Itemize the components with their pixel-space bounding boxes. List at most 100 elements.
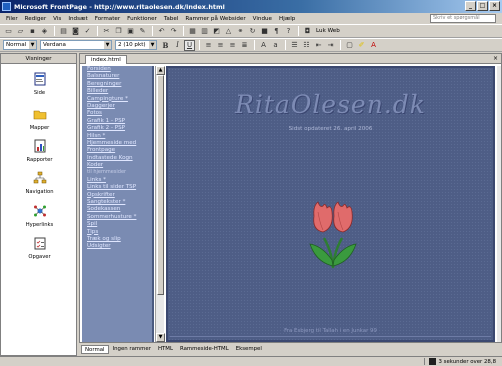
mode-no-frames-tab[interactable]: Ingen rammer — [110, 345, 154, 354]
nav-link[interactable]: Tips — [82, 229, 152, 236]
nav-link[interactable]: Sommerhusture * — [82, 214, 152, 221]
justify-icon[interactable]: ≣ — [239, 40, 250, 51]
new-page-icon[interactable]: ▭ — [3, 26, 14, 37]
insert-table-icon[interactable]: ▥ — [199, 26, 210, 37]
bold-button[interactable]: B — [160, 40, 171, 51]
maximize-button[interactable]: □ — [477, 1, 488, 11]
font-size-select[interactable]: 2 (10 pkt) ▼ — [115, 40, 157, 50]
highlight-icon[interactable]: ✐ — [356, 40, 367, 51]
menu-funktioner[interactable]: Funktioner — [127, 16, 157, 22]
mode-preview-tab[interactable]: Eksempel — [233, 345, 265, 354]
underline-button[interactable]: U — [184, 39, 195, 51]
nav-link[interactable]: Hjemmeside med — [82, 140, 152, 147]
numbered-list-icon[interactable]: ☰ — [289, 40, 300, 51]
menu-rediger[interactable]: Rediger — [25, 16, 46, 22]
hyperlink-icon[interactable]: ⚭ — [235, 26, 246, 37]
font-select[interactable]: Verdana ▼ — [40, 40, 112, 50]
menu-formater[interactable]: Formater — [95, 16, 120, 22]
help-search-input[interactable]: Skriv et spørgsmål — [430, 14, 496, 23]
paste-icon[interactable]: ▣ — [125, 26, 136, 37]
save-icon[interactable]: ▪ — [27, 26, 38, 37]
decrease-indent-icon[interactable]: ⇤ — [313, 40, 324, 51]
scroll-down-icon[interactable]: ▼ — [156, 333, 165, 342]
style-select[interactable]: Normal ▼ — [3, 40, 37, 50]
nav-link[interactable]: Links til sider TSP — [82, 184, 152, 191]
borders-icon[interactable]: ▢ — [344, 40, 355, 51]
nav-link[interactable]: Grafik 1 - PSP — [82, 118, 152, 125]
menu-vindue[interactable]: Vindue — [253, 16, 272, 22]
show-all-icon[interactable]: ¶ — [271, 26, 282, 37]
bullet-list-icon[interactable]: ☷ — [301, 40, 312, 51]
close-web-label[interactable]: Luk Web — [316, 28, 340, 34]
close-button[interactable]: × — [489, 1, 500, 11]
font-color-icon[interactable]: A — [368, 40, 379, 51]
menu-rammer[interactable]: Rammer på Websider — [185, 16, 245, 22]
nav-link[interactable]: Opskrifter — [82, 192, 152, 199]
open-icon[interactable]: ▱ — [15, 26, 26, 37]
scroll-thumb[interactable] — [157, 75, 164, 295]
insert-picture-icon[interactable]: ◩ — [211, 26, 222, 37]
menu-filer[interactable]: Filer — [6, 16, 18, 22]
insert-component-icon[interactable]: ▦ — [187, 26, 198, 37]
undo-icon[interactable]: ↶ — [156, 26, 167, 37]
nav-link[interactable]: Udsigter — [82, 243, 152, 250]
nav-link[interactable]: Grafik 2 - PSP — [82, 125, 152, 132]
nav-link[interactable]: Links * — [82, 177, 152, 184]
navigation-icon — [33, 171, 46, 184]
mode-html-tab[interactable]: HTML — [155, 345, 176, 354]
view-navigation[interactable]: Navigation — [1, 171, 78, 195]
nav-link[interactable]: Indtastede Kogn — [82, 155, 152, 162]
mode-normal-tab[interactable]: Normal — [81, 345, 109, 354]
print-icon[interactable]: ▤ — [58, 26, 69, 37]
nav-link[interactable]: Træk og slip — [82, 236, 152, 243]
increase-indent-icon[interactable]: ⇥ — [325, 40, 336, 51]
nav-link[interactable]: Beregninger — [82, 81, 152, 88]
menu-hjaelp[interactable]: Hjælp — [279, 16, 295, 22]
main-scrollbar[interactable] — [497, 66, 501, 342]
nav-link[interactable]: Billeder — [82, 88, 152, 95]
italic-button[interactable]: I — [172, 40, 183, 51]
align-left-icon[interactable]: ≡ — [203, 40, 214, 51]
nav-scrollbar[interactable]: ▲ ▼ — [155, 66, 165, 342]
nav-link[interactable]: Balsnaturer — [82, 73, 152, 80]
nav-link[interactable]: Koder — [82, 162, 152, 169]
view-hyperlinks[interactable]: Hyperlinks — [1, 204, 78, 228]
menu-vis[interactable]: Vis — [53, 16, 61, 22]
view-tasks[interactable]: Opgaver — [1, 236, 78, 260]
align-center-icon[interactable]: ≡ — [215, 40, 226, 51]
scroll-up-icon[interactable]: ▲ — [156, 66, 165, 75]
mode-frames-html-tab[interactable]: Rammeside-HTML — [177, 345, 232, 354]
refresh-icon[interactable]: ↻ — [247, 26, 258, 37]
menu-tabel[interactable]: Tabel — [164, 16, 178, 22]
view-page[interactable]: Side — [1, 72, 78, 96]
nav-link[interactable]: Sodekassen — [82, 206, 152, 213]
spelling-icon[interactable]: ✓ — [82, 26, 93, 37]
menu-indsaet[interactable]: Indsæt — [68, 16, 87, 22]
stop-icon[interactable]: ■ — [259, 26, 270, 37]
close-web-icon[interactable]: ◘ — [302, 26, 313, 37]
close-icon[interactable]: × — [493, 55, 498, 62]
cut-icon[interactable]: ✂ — [101, 26, 112, 37]
nav-link[interactable]: Sangtekster * — [82, 199, 152, 206]
align-right-icon[interactable]: ≡ — [227, 40, 238, 51]
nav-link[interactable]: Forsiden — [82, 66, 152, 73]
help-icon[interactable]: ? — [283, 26, 294, 37]
increase-font-icon[interactable]: A — [258, 40, 269, 51]
nav-link[interactable]: Campingture * — [82, 96, 152, 103]
copy-icon[interactable]: ❐ — [113, 26, 124, 37]
nav-link[interactable]: Frontpage — [82, 147, 152, 154]
drawing-icon[interactable]: △ — [223, 26, 234, 37]
nav-link[interactable]: Hilsn * — [82, 133, 152, 140]
publish-icon[interactable]: ◈ — [39, 26, 50, 37]
minimize-button[interactable]: _ — [465, 1, 476, 11]
format-painter-icon[interactable]: ✎ — [137, 26, 148, 37]
nav-link[interactable]: Fotos — [82, 110, 152, 117]
view-reports[interactable]: Rapporter — [1, 139, 78, 163]
tab-index-html[interactable]: index.html — [85, 55, 127, 64]
nav-link[interactable]: Daggerjer — [82, 103, 152, 110]
preview-icon[interactable]: ◙ — [70, 26, 81, 37]
decrease-font-icon[interactable]: a — [270, 40, 281, 51]
redo-icon[interactable]: ↷ — [168, 26, 179, 37]
view-folders[interactable]: Mapper — [1, 107, 78, 131]
nav-link[interactable]: Spil — [82, 221, 152, 228]
